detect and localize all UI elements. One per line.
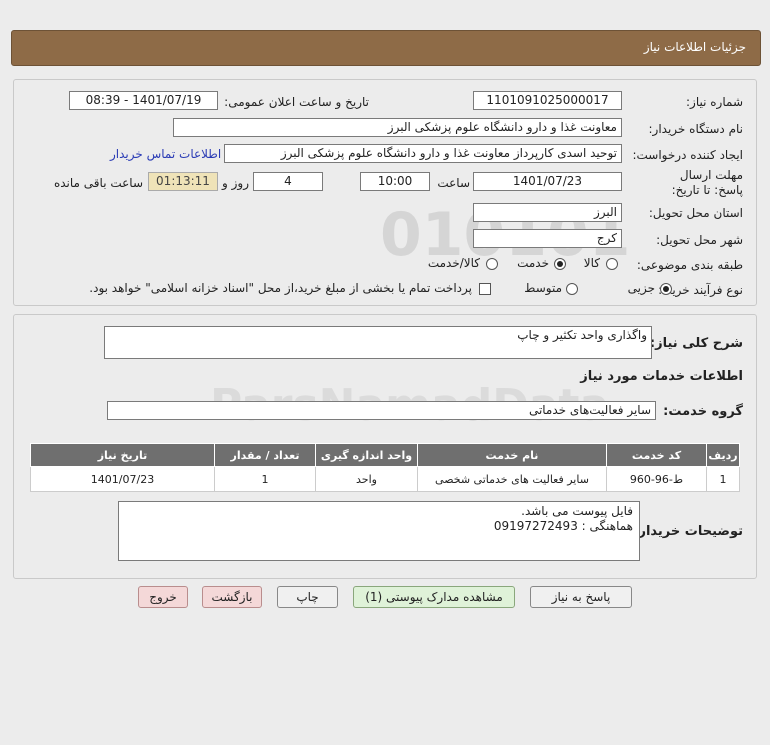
- process-partial-radio[interactable]: [660, 283, 672, 295]
- need-number-label: شماره نیاز:: [686, 95, 743, 109]
- service-group-field: سایر فعالیت‌های خدماتی: [107, 401, 656, 420]
- col-quantity: تعداد / مقدار: [214, 443, 316, 467]
- print-button[interactable]: چاپ: [277, 586, 338, 608]
- col-service-name: نام خدمت: [417, 443, 607, 467]
- exit-button[interactable]: خروج: [138, 586, 188, 608]
- time-label: ساعت: [437, 176, 470, 190]
- process-medium-radio[interactable]: [566, 283, 578, 295]
- unit-cell: واحد: [315, 466, 418, 492]
- back-button[interactable]: بازگشت: [202, 586, 262, 608]
- col-service-code: کد خدمت: [606, 443, 707, 467]
- treasury-payment-note: پرداخت تمام یا بخشی از مبلغ خرید،از محل …: [89, 281, 472, 295]
- summary-field: واگذاری واحد تکثیر و چاپ: [104, 326, 652, 359]
- buyer-contact-link[interactable]: اطلاعات تماس خریدار: [110, 147, 221, 161]
- buyer-notes-line-1: فایل پیوست می باشد.: [521, 504, 633, 518]
- page-header: جزئیات اطلاعات نیاز: [11, 30, 761, 66]
- buyer-notes-line-2: هماهنگی : 09197272493: [493, 519, 633, 533]
- buyer-org-field: معاونت غذا و دارو دانشگاه علوم پزشکی الب…: [173, 118, 622, 137]
- deadline-date-field: 1401/07/23: [473, 172, 622, 191]
- days-label: روز و: [222, 176, 249, 190]
- deadline-time-field: 10:00: [360, 172, 430, 191]
- col-need-date: تاریخ نیاز: [30, 443, 215, 467]
- service-group-label: گروه خدمت:: [663, 404, 743, 419]
- remaining-label: ساعت باقی مانده: [53, 176, 143, 190]
- service-name-cell: سایر فعالیت های خدماتی شخصی: [417, 466, 607, 492]
- col-row-number: ردیف: [706, 443, 740, 467]
- services-heading: اطلاعات خدمات مورد نیاز: [580, 369, 743, 384]
- services-table: ردیف کد خدمت نام خدمت واحد اندازه گیری ت…: [30, 443, 740, 492]
- creator-field: توحید اسدی کارپرداز معاونت غذا و دارو دا…: [224, 144, 622, 163]
- process-partial-label: جزیی: [627, 281, 655, 295]
- buyer-notes-label: توضیحات خریدار:: [633, 524, 743, 539]
- category-service-radio[interactable]: [554, 258, 566, 270]
- row-number-cell: 1: [706, 466, 740, 492]
- announce-field: 1401/07/19 - 08:39: [69, 91, 218, 110]
- col-unit: واحد اندازه گیری: [315, 443, 418, 467]
- treasury-payment-checkbox[interactable]: [479, 283, 491, 295]
- creator-label: ایجاد کننده درخواست:: [632, 148, 743, 162]
- need-date-cell: 1401/07/23: [30, 466, 215, 492]
- quantity-cell: 1: [214, 466, 316, 492]
- province-field: البرز: [473, 203, 622, 222]
- buyer-notes-field: فایل پیوست می باشد. هماهنگی : 0919727249…: [118, 501, 640, 561]
- category-goods-label: کالا: [583, 256, 600, 270]
- deadline-label: مهلت ارسال پاسخ: تا تاریخ:: [671, 168, 743, 197]
- category-goods-service-label: کالا/خدمت: [427, 256, 480, 270]
- buyer-org-label: نام دستگاه خریدار:: [648, 122, 744, 136]
- city-field: کرج: [473, 229, 622, 248]
- announce-label: تاریخ و ساعت اعلان عمومی:: [224, 95, 369, 109]
- table-row: 1 ط-96-960 سایر فعالیت های خدماتی شخصی و…: [30, 466, 740, 492]
- category-goods-radio[interactable]: [606, 258, 618, 270]
- page-title: جزئیات اطلاعات نیاز: [643, 40, 746, 54]
- category-service-label: خدمت: [517, 256, 549, 270]
- service-code-cell: ط-96-960: [606, 466, 707, 492]
- remaining-time-badge: 01:13:11: [148, 172, 218, 191]
- need-number-field: 1101091025000017: [473, 91, 622, 110]
- table-header-row: ردیف کد خدمت نام خدمت واحد اندازه گیری ت…: [30, 443, 740, 467]
- province-label: استان محل تحویل:: [648, 206, 743, 220]
- process-medium-label: متوسط: [524, 281, 562, 295]
- category-goods-service-radio[interactable]: [486, 258, 498, 270]
- view-documents-button[interactable]: مشاهده مدارک پیوستی (1): [353, 586, 515, 608]
- city-label: شهر محل تحویل:: [656, 233, 743, 247]
- reply-button[interactable]: پاسخ به نیاز: [530, 586, 632, 608]
- category-label: طبقه بندی موضوعی:: [636, 258, 743, 272]
- summary-label: شرح کلی نیاز:: [649, 336, 743, 351]
- days-field: 4: [253, 172, 323, 191]
